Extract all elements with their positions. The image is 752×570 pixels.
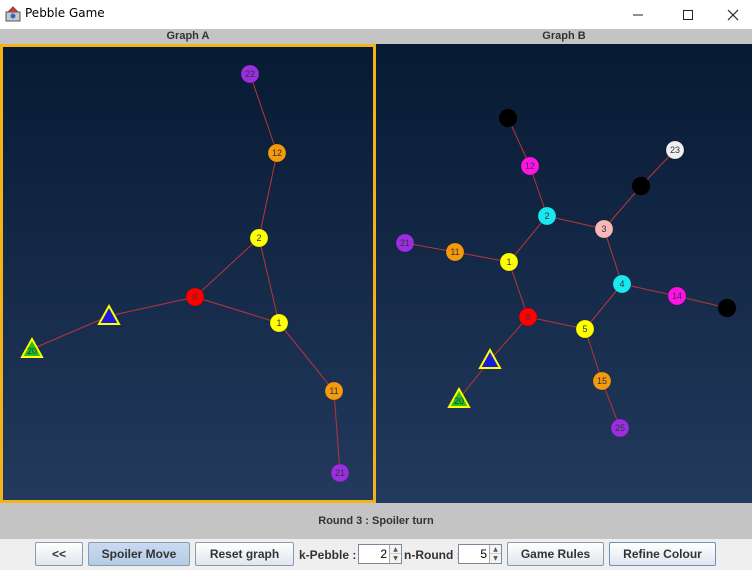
- graph-node-label: 22: [245, 69, 255, 79]
- maximize-icon: [683, 9, 693, 20]
- minimize-button[interactable]: [615, 0, 661, 29]
- graph-a-title: Graph A: [0, 29, 376, 44]
- window-title: Pebble Game: [25, 6, 105, 20]
- graph-node-label: 1: [506, 257, 511, 267]
- graph-node-label: 21: [400, 238, 410, 248]
- pebble-game-app-icon: [5, 6, 21, 22]
- graph-node[interactable]: 21: [330, 463, 350, 483]
- graph-node-label: 3: [601, 224, 606, 234]
- graph-node[interactable]: 2: [249, 228, 269, 248]
- graph-node-label: 5: [582, 324, 587, 334]
- graph-edge: [258, 152, 278, 239]
- k-pebble-label: k-Pebble :: [299, 548, 357, 562]
- reset-graph-button[interactable]: Reset graph: [195, 542, 294, 566]
- graph-node[interactable]: 11: [324, 381, 344, 401]
- graph-a-svg: 2212201112120: [20, 64, 350, 483]
- graph-edge: [249, 73, 278, 154]
- game-rules-button[interactable]: Game Rules: [507, 542, 604, 566]
- title-bar: Pebble Game: [0, 0, 752, 29]
- spoiler-move-button[interactable]: Spoiler Move: [88, 542, 190, 566]
- n-round-down-arrow-icon[interactable]: ▼: [489, 554, 501, 563]
- graph-node[interactable]: 1: [499, 252, 519, 272]
- graph-node-label: 0: [525, 312, 530, 322]
- graph-node[interactable]: [631, 176, 651, 196]
- toolbar: << Spoiler Move Reset graph k-Pebble : 2…: [0, 539, 752, 570]
- n-round-spinner[interactable]: 5 ▲ ▼: [458, 544, 502, 564]
- graph-node-label: 4: [619, 279, 624, 289]
- graph-node-triangle[interactable]: [97, 303, 121, 325]
- graph-node[interactable]: 0: [185, 287, 205, 307]
- graph-node[interactable]: 15: [592, 371, 612, 391]
- graph-node[interactable]: 4: [612, 274, 632, 294]
- graph-node[interactable]: 12: [267, 143, 287, 163]
- graph-node[interactable]: 21: [395, 233, 415, 253]
- graph-node[interactable]: 25: [610, 418, 630, 438]
- graph-node-label: 12: [525, 161, 535, 171]
- graph-edge: [333, 390, 341, 474]
- graph-node-label: 21: [335, 468, 345, 478]
- graph-edge: [108, 296, 196, 317]
- graph-node-label: 25: [615, 423, 625, 433]
- n-round-label: n-Round :: [404, 548, 461, 562]
- graph-b-canvas[interactable]: 12 23 2 3 21 11 1 4 14 0 5 15 20 25: [376, 44, 752, 503]
- graph-node[interactable]: 12: [520, 156, 540, 176]
- graph-node-label: 11: [450, 247, 459, 257]
- graph-b-svg: 1223232111141405152025: [395, 108, 737, 438]
- graph-node[interactable]: 5: [575, 319, 595, 339]
- close-icon: [727, 9, 739, 20]
- graph-node[interactable]: 23: [665, 140, 685, 160]
- graph-edge: [31, 315, 110, 350]
- graph-node[interactable]: [717, 298, 737, 318]
- graph-node-label: 0: [192, 292, 197, 302]
- graph-node-label: 2: [256, 233, 261, 243]
- graph-node-triangle[interactable]: 20: [447, 386, 471, 408]
- graph-node-label: 20: [27, 346, 37, 356]
- graph-edge: [258, 237, 280, 324]
- graph-node-label: 20: [454, 396, 464, 406]
- refine-colour-button[interactable]: Refine Colour: [609, 542, 716, 566]
- maximize-button[interactable]: [665, 0, 711, 29]
- graph-node-label: 1: [276, 318, 281, 328]
- k-pebble-spinner[interactable]: 2 ▲ ▼: [358, 544, 402, 564]
- graph-node-label: 23: [670, 145, 680, 155]
- back-button[interactable]: <<: [35, 542, 83, 566]
- graph-node-triangle[interactable]: 20: [20, 336, 44, 358]
- k-pebble-value[interactable]: 2: [380, 547, 387, 561]
- graph-node[interactable]: [498, 108, 518, 128]
- graph-edge: [194, 296, 280, 324]
- graph-edge: [278, 322, 335, 392]
- graph-a-canvas[interactable]: 22 12 2 0 1 11 21 20: [0, 44, 376, 503]
- graph-edge: [194, 237, 260, 298]
- graph-node-label: 11: [329, 386, 338, 396]
- graph-node[interactable]: 1: [269, 313, 289, 333]
- graph-node-label: 15: [597, 376, 607, 386]
- graph-node[interactable]: 3: [594, 219, 614, 239]
- close-button[interactable]: [710, 0, 752, 29]
- status-text: Round 3 : Spoiler turn: [0, 503, 752, 539]
- k-pebble-down-arrow-icon[interactable]: ▼: [389, 554, 401, 563]
- graph-node-label: 2: [544, 211, 549, 221]
- graph-node[interactable]: 11: [445, 242, 465, 262]
- graph-node-label: 14: [672, 291, 682, 301]
- graph-node[interactable]: 14: [667, 286, 687, 306]
- k-pebble-up-arrow-icon[interactable]: ▲: [389, 545, 401, 554]
- graph-node[interactable]: 22: [240, 64, 260, 84]
- graph-node[interactable]: 0: [518, 307, 538, 327]
- graph-b-title: Graph B: [376, 29, 752, 44]
- graph-node-label: 12: [272, 148, 282, 158]
- n-round-value[interactable]: 5: [480, 547, 487, 561]
- graph-node[interactable]: 2: [537, 206, 557, 226]
- minimize-icon: [633, 14, 643, 15]
- n-round-up-arrow-icon[interactable]: ▲: [489, 545, 501, 554]
